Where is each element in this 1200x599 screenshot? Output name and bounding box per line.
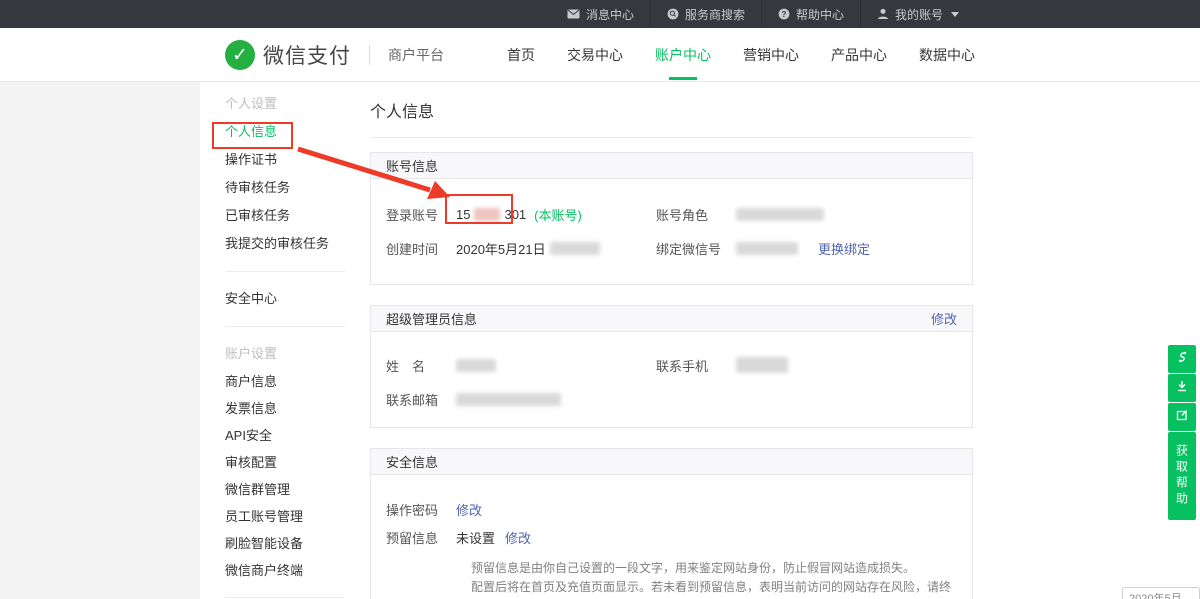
topbar-item-label: 消息中心 bbox=[586, 6, 634, 23]
topbar-item-label: 我的账号 bbox=[895, 6, 943, 23]
logo-text: 微信支付 bbox=[263, 40, 351, 70]
search-icon bbox=[667, 8, 679, 20]
download-icon bbox=[1175, 379, 1189, 398]
sidebar-item-merchant-info[interactable]: 商户信息 bbox=[200, 368, 345, 395]
redacted-name bbox=[456, 359, 496, 372]
sidebar-group-account-settings: 账户设置 bbox=[200, 340, 345, 368]
admin-modify-link[interactable]: 修改 bbox=[931, 309, 957, 328]
sidebar-group-personal-settings: 个人设置 bbox=[200, 90, 345, 118]
topbar-item-label: 服务商搜索 bbox=[685, 6, 745, 23]
login-account-value: 15 301 (本账号) bbox=[456, 205, 582, 224]
topbar: 消息中心 服务商搜索 ? 帮助中心 我的账号 bbox=[0, 0, 1200, 28]
sidebar-item-staff-account-mgmt[interactable]: 员工账号管理 bbox=[200, 503, 345, 530]
date-tooltip: 2020年5月22日 bbox=[1122, 587, 1200, 599]
topbar-item-messages[interactable]: 消息中心 bbox=[551, 0, 650, 28]
floating-toolbar: 获取帮助 bbox=[1168, 345, 1196, 520]
sidebar: 个人设置 个人信息 操作证书 待审核任务 已审核任务 我提交的审核任务 安全中心… bbox=[200, 82, 345, 599]
redacted-phone bbox=[736, 357, 788, 373]
super-admin-card-title: 超级管理员信息 bbox=[386, 309, 477, 328]
topbar-item-my-account[interactable]: 我的账号 bbox=[860, 0, 975, 28]
main-nav: 首页 交易中心 账户中心 营销中心 产品中心 数据中心 bbox=[507, 39, 975, 71]
help-icon: ? bbox=[778, 8, 790, 20]
redacted-login-middle bbox=[474, 208, 500, 221]
sidebar-item-wechat-merchant-terminal[interactable]: 微信商户终端 bbox=[200, 557, 345, 584]
contact-email-label: 联系邮箱 bbox=[386, 390, 456, 409]
download-button[interactable] bbox=[1168, 374, 1196, 402]
chevron-down-icon bbox=[951, 12, 959, 17]
created-time-value: 2020年5月21日 bbox=[456, 239, 600, 258]
nav-item-home[interactable]: 首页 bbox=[507, 39, 535, 71]
super-admin-card: 超级管理员信息 修改 姓 名 联系手机 联系邮箱 bbox=[370, 305, 973, 428]
topbar-item-label: 帮助中心 bbox=[796, 6, 844, 23]
sidebar-item-operation-certificate[interactable]: 操作证书 bbox=[200, 146, 345, 174]
nav-item-product-center[interactable]: 产品中心 bbox=[831, 39, 887, 71]
edit-icon bbox=[1175, 408, 1189, 427]
link-icon bbox=[1175, 350, 1189, 369]
sidebar-item-personal-info[interactable]: 个人信息 bbox=[200, 118, 345, 146]
sidebar-item-invoice-info[interactable]: 发票信息 bbox=[200, 395, 345, 422]
site-header: ✓ 微信支付 商户平台 首页 交易中心 账户中心 营销中心 产品中心 数据中心 bbox=[0, 28, 1200, 82]
reserved-info-description: 预留信息是由你自己设置的一段文字，用来鉴定网站身份，防止假冒网站造成损失。 配置… bbox=[471, 559, 957, 599]
rebind-link[interactable]: 更换绑定 bbox=[818, 239, 870, 258]
account-role-label: 账号角色 bbox=[656, 205, 736, 224]
quick-link-button[interactable] bbox=[1168, 345, 1196, 373]
sidebar-item-api-security[interactable]: API安全 bbox=[200, 422, 345, 449]
sidebar-item-my-submitted-tasks[interactable]: 我提交的审核任务 bbox=[200, 230, 345, 258]
reserved-info-value: 未设置 bbox=[456, 528, 495, 547]
operation-password-label: 操作密码 bbox=[386, 500, 456, 519]
reserved-modify-link[interactable]: 修改 bbox=[505, 528, 531, 547]
bound-wechat-label: 绑定微信号 bbox=[656, 239, 736, 258]
page: 消息中心 服务商搜索 ? 帮助中心 我的账号 bbox=[0, 0, 1200, 599]
sidebar-divider bbox=[225, 326, 345, 327]
wechat-pay-logo[interactable]: ✓ 微信支付 商户平台 bbox=[225, 40, 444, 70]
nav-item-data-center[interactable]: 数据中心 bbox=[919, 39, 975, 71]
account-info-card-title: 账号信息 bbox=[386, 156, 438, 175]
page-title: 个人信息 bbox=[370, 98, 973, 122]
login-account-note: (本账号) bbox=[534, 205, 582, 224]
created-time-label: 创建时间 bbox=[386, 239, 456, 258]
nav-item-transaction-center[interactable]: 交易中心 bbox=[567, 39, 623, 71]
sidebar-item-security-center[interactable]: 安全中心 bbox=[200, 285, 345, 313]
contact-phone-label: 联系手机 bbox=[656, 356, 736, 375]
sidebar-divider bbox=[225, 597, 345, 598]
feedback-button[interactable] bbox=[1168, 403, 1196, 431]
password-modify-link[interactable]: 修改 bbox=[456, 500, 482, 519]
wechat-pay-logo-icon: ✓ bbox=[225, 40, 255, 70]
redacted-email bbox=[456, 393, 561, 406]
logo-separator bbox=[369, 45, 370, 65]
sidebar-divider bbox=[225, 271, 345, 272]
security-info-card: 安全信息 操作密码 修改 预留信息 未设置 修改 预留信息是由你自己设置的一段文… bbox=[370, 448, 973, 599]
user-icon bbox=[877, 8, 889, 20]
sidebar-item-reviewed-tasks[interactable]: 已审核任务 bbox=[200, 202, 345, 230]
redacted-created-time bbox=[550, 242, 600, 255]
message-icon bbox=[567, 9, 580, 19]
sidebar-item-pending-review-tasks[interactable]: 待审核任务 bbox=[200, 174, 345, 202]
nav-item-account-center[interactable]: 账户中心 bbox=[655, 39, 711, 71]
sidebar-item-wechat-group-mgmt[interactable]: 微信群管理 bbox=[200, 476, 345, 503]
login-account-label: 登录账号 bbox=[386, 205, 456, 224]
sidebar-item-face-smart-device[interactable]: 刷脸智能设备 bbox=[200, 530, 345, 557]
account-info-card: 账号信息 登录账号 15 301 (本账号) 账号角色 bbox=[370, 152, 973, 285]
topbar-item-help[interactable]: ? 帮助中心 bbox=[761, 0, 860, 28]
portal-label: 商户平台 bbox=[388, 45, 444, 65]
name-label: 姓 名 bbox=[386, 356, 456, 375]
main-content: 个人信息 账号信息 登录账号 15 301 (本账号) bbox=[370, 82, 973, 599]
title-divider bbox=[370, 137, 973, 138]
sidebar-item-review-config[interactable]: 审核配置 bbox=[200, 449, 345, 476]
security-info-card-title: 安全信息 bbox=[386, 452, 438, 471]
left-gutter bbox=[0, 82, 200, 599]
redacted-account-role bbox=[736, 208, 824, 221]
reserved-info-label: 预留信息 bbox=[386, 528, 456, 547]
svg-text:?: ? bbox=[782, 10, 787, 19]
topbar-item-sp-search[interactable]: 服务商搜索 bbox=[650, 0, 761, 28]
redacted-wechat-id bbox=[736, 242, 798, 255]
nav-item-marketing-center[interactable]: 营销中心 bbox=[743, 39, 799, 71]
get-help-button[interactable]: 获取帮助 bbox=[1168, 432, 1196, 520]
